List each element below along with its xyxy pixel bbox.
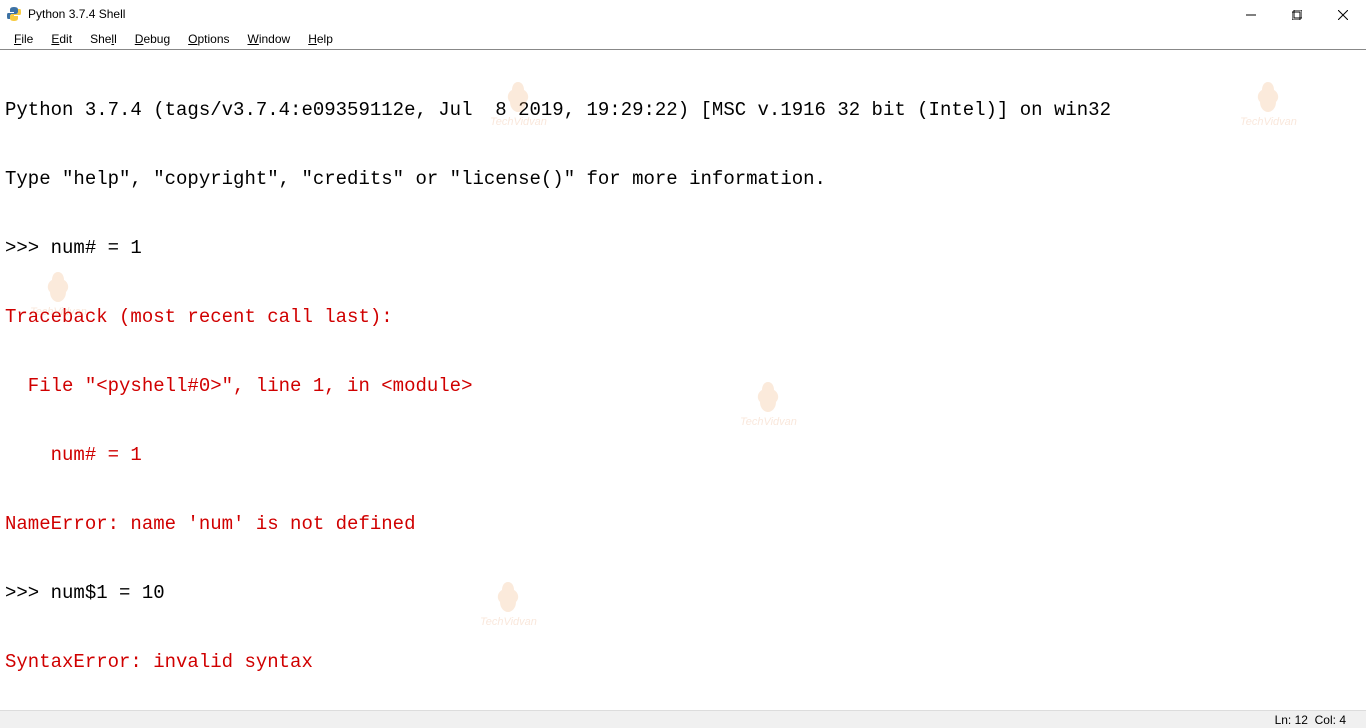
shell-editor[interactable]: Python 3.7.4 (tags/v3.7.4:e09359112e, Ju… (0, 50, 1366, 710)
menu-window[interactable]: Window (240, 31, 299, 47)
title-bar: Python 3.7.4 Shell (0, 0, 1366, 29)
traceback-line: Traceback (most recent call last): (5, 306, 1361, 329)
banner-line: Python 3.7.4 (tags/v3.7.4:e09359112e, Ju… (5, 99, 1361, 122)
prompt: >>> (5, 582, 51, 604)
menu-bar: File Edit Shell Debug Options Window Hel… (0, 29, 1366, 49)
shell-line[interactable]: >>> num$1 = 10 (5, 582, 1361, 605)
menu-help[interactable]: Help (300, 31, 341, 47)
editor-area[interactable]: TechVidvan TechVidvan TechVidvan TechVid… (0, 49, 1366, 710)
shell-line[interactable]: >>> num# = 1 (5, 237, 1361, 260)
error-line: NameError: name 'num' is not defined (5, 513, 1361, 536)
status-bar: Ln: 12 Col: 4 (0, 710, 1366, 728)
shell-input: num$1 = 10 (51, 582, 165, 604)
menu-file[interactable]: File (6, 31, 41, 47)
menu-debug[interactable]: Debug (127, 31, 178, 47)
close-button[interactable] (1320, 0, 1366, 29)
menu-edit[interactable]: Edit (43, 31, 80, 47)
menu-shell[interactable]: Shell (82, 31, 125, 47)
menu-options[interactable]: Options (180, 31, 237, 47)
banner-line: Type "help", "copyright", "credits" or "… (5, 168, 1361, 191)
traceback-line: num# = 1 (5, 444, 1361, 467)
traceback-line: File "<pyshell#0>", line 1, in <module> (5, 375, 1361, 398)
maximize-button[interactable] (1274, 0, 1320, 29)
minimize-button[interactable] (1228, 0, 1274, 29)
shell-input: num# = 1 (51, 237, 142, 259)
app-icon (6, 6, 22, 22)
window-controls (1228, 0, 1366, 29)
prompt: >>> (5, 237, 51, 259)
window-title: Python 3.7.4 Shell (28, 7, 125, 21)
status-line-col: Ln: 12 Col: 4 (1275, 713, 1346, 727)
error-line: SyntaxError: invalid syntax (5, 651, 1361, 674)
